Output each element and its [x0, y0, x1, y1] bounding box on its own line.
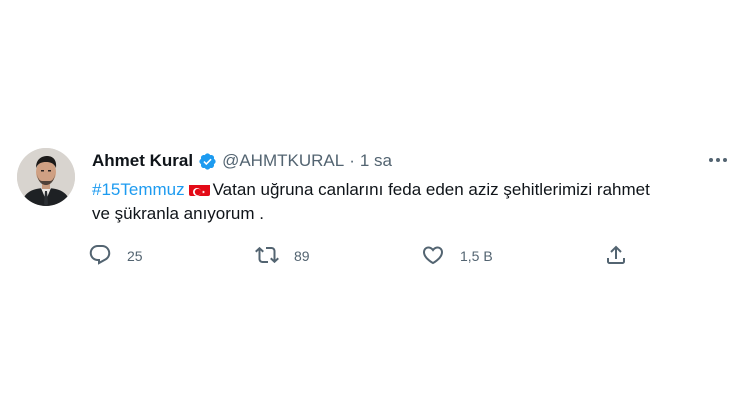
retweet-icon [255, 243, 279, 270]
reply-icon [88, 243, 112, 270]
tweet-actions: 25 89 1,5 B [88, 244, 648, 268]
retweet-button[interactable]: 89 [255, 244, 310, 268]
like-count: 1,5 B [460, 248, 493, 264]
tweet-body-line1: Vatan uğruna canlarını feda eden aziz şe… [212, 180, 650, 199]
more-options-icon[interactable] [706, 150, 730, 170]
heart-icon [421, 243, 445, 270]
avatar[interactable] [17, 148, 75, 206]
hashtag-link[interactable]: #15Temmuz [92, 180, 185, 199]
like-button[interactable]: 1,5 B [421, 244, 493, 268]
author-name[interactable]: Ahmet Kural [92, 151, 193, 171]
tweet-timestamp[interactable]: 1 sa [360, 151, 392, 171]
tweet-header: Ahmet Kural @AHMTKURAL · 1 sa [92, 150, 392, 172]
author-handle[interactable]: @AHMTKURAL [222, 151, 344, 171]
retweet-count: 89 [294, 248, 310, 264]
tweet-card[interactable]: Ahmet Kural @AHMTKURAL · 1 sa #15Temmuz V… [0, 0, 750, 415]
header-separator: · [349, 151, 355, 170]
share-icon [604, 243, 628, 270]
avatar-image [17, 148, 75, 206]
tweet-body-line2: ve şükranla anıyorum . [92, 204, 264, 223]
turkish-flag-icon [188, 182, 210, 196]
reply-count: 25 [127, 248, 143, 264]
verified-badge-icon [198, 152, 217, 171]
tweet-text: #15Temmuz Vatan uğruna canlarını feda ede… [92, 178, 712, 226]
share-button[interactable] [604, 244, 628, 268]
reply-button[interactable]: 25 [88, 244, 143, 268]
